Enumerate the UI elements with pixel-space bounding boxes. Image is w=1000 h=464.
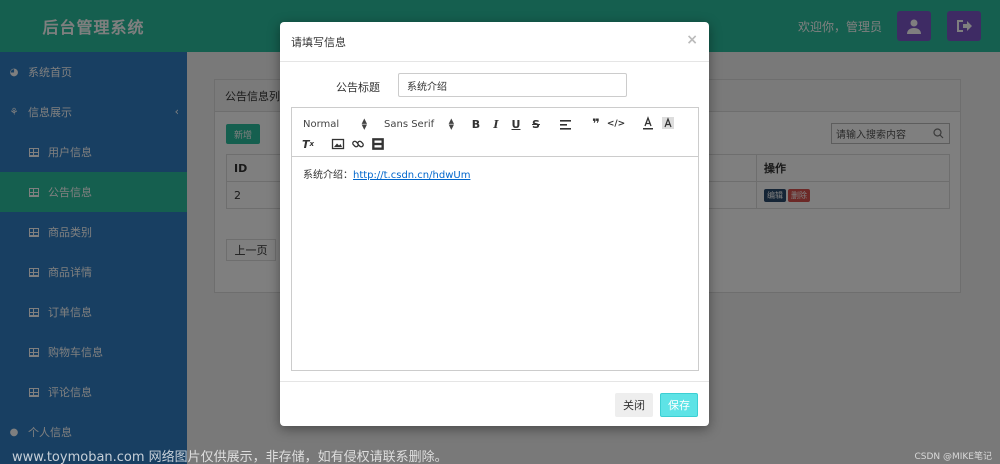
blockquote-icon[interactable]: ❞ — [589, 117, 603, 132]
font-color-icon[interactable] — [641, 116, 655, 130]
bold-icon[interactable]: B — [469, 117, 483, 131]
select-arrows-icon: ▲ ▼ — [361, 117, 367, 131]
image-icon[interactable] — [331, 137, 345, 151]
font-select-value: Sans Serif — [384, 118, 435, 130]
close-icon[interactable]: × — [686, 32, 698, 48]
dialog-title: 请填写信息 — [291, 35, 346, 49]
italic-icon[interactable]: I — [489, 117, 503, 131]
align-icon[interactable] — [559, 118, 573, 132]
edit-dialog: 请填写信息 × 公告标题 Normal ▲▼ Sans Serif ▲▼ B I… — [280, 22, 709, 426]
close-button[interactable]: 关闭 — [615, 393, 653, 417]
editor-content[interactable]: 系统介绍：http://t.csdn.cn/hdwUm — [292, 157, 698, 190]
format-select[interactable]: Normal ▲ ▼ — [303, 117, 367, 131]
clear-format-icon[interactable]: Tx — [301, 137, 315, 151]
rich-text-editor: Normal ▲ ▼ Sans Serif ▲ ▼ B I U S ❞ </> Tx… — [291, 107, 699, 371]
content-link[interactable]: http://t.csdn.cn/hdwUm — [353, 170, 470, 181]
code-icon[interactable]: </> — [607, 117, 625, 131]
content-text: 系统介绍： — [303, 170, 353, 181]
select-arrows-icon: ▲ ▼ — [448, 117, 454, 131]
video-icon[interactable] — [371, 137, 385, 151]
underline-icon[interactable]: U — [509, 117, 523, 131]
background-color-icon[interactable] — [661, 116, 675, 130]
title-field-label: 公告标题 — [336, 81, 380, 94]
link-icon[interactable] — [351, 137, 365, 151]
csdn-watermark: CSDN @MIKE笔记 — [914, 452, 992, 462]
font-select[interactable]: Sans Serif ▲ ▼ — [384, 117, 454, 131]
editor-toolbar: Normal ▲ ▼ Sans Serif ▲ ▼ B I U S ❞ </> Tx — [292, 108, 698, 157]
dialog-header: 请填写信息 × — [280, 22, 709, 62]
watermark-text: www.toymoban.com 网络图片仅供展示，非存储，如有侵权请联系删除。 — [12, 450, 448, 464]
save-button[interactable]: 保存 — [660, 393, 698, 417]
title-field[interactable] — [398, 73, 627, 97]
strike-icon[interactable]: S — [529, 117, 543, 131]
format-select-value: Normal — [303, 118, 340, 130]
dialog-footer: 关闭 保存 — [280, 381, 709, 426]
